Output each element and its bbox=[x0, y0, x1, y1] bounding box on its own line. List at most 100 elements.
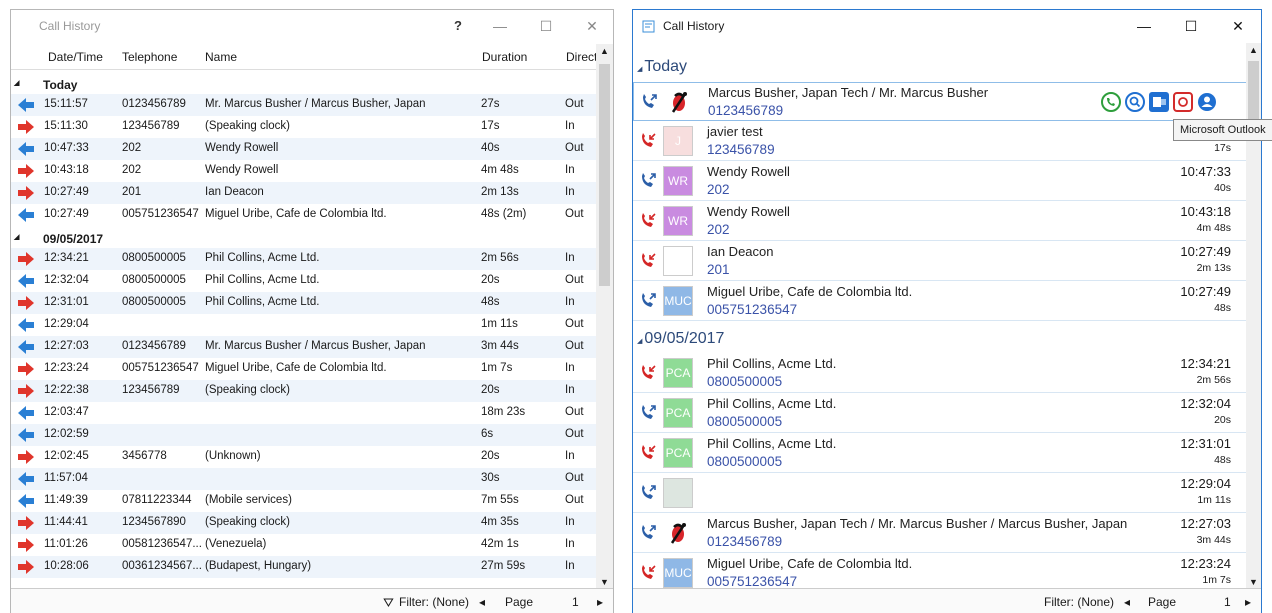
incoming-call-icon bbox=[639, 444, 657, 462]
call-card[interactable]: WR Wendy Rowell 202 10:43:18 4m 48s bbox=[633, 202, 1247, 241]
left-scrollbar[interactable]: ▲ ▼ bbox=[596, 44, 613, 589]
table-row[interactable]: 11:57:04 30s Out bbox=[11, 468, 596, 490]
phone-number-link[interactable]: 0123456789 bbox=[707, 534, 782, 549]
close-button[interactable]: ✕ bbox=[577, 14, 607, 38]
contact-name: Miguel Uribe, Cafe de Colombia ltd. bbox=[707, 284, 913, 299]
cell-direction: In bbox=[565, 296, 575, 308]
scroll-up-icon[interactable]: ▲ bbox=[600, 46, 609, 56]
phone-number-link[interactable]: 0800500005 bbox=[707, 454, 782, 469]
scroll-down-icon[interactable]: ▼ bbox=[1249, 577, 1258, 587]
table-row[interactable]: 12:29:04 1m 11s Out bbox=[11, 314, 596, 336]
scroll-thumb[interactable] bbox=[599, 64, 610, 286]
minimize-button[interactable]: — bbox=[485, 14, 515, 38]
outgoing-arrow-icon bbox=[17, 318, 35, 332]
next-page-icon[interactable]: ▸ bbox=[597, 595, 603, 609]
minimize-button[interactable]: — bbox=[1129, 14, 1159, 38]
table-row[interactable]: 12:22:38 123456789 (Speaking clock) 20s In bbox=[11, 380, 596, 402]
table-row[interactable]: 10:47:33 202 Wendy Rowell 40s Out bbox=[11, 138, 596, 160]
col-datetime[interactable]: Date/Time bbox=[48, 50, 103, 64]
group-header[interactable]: ◢ 09/05/2017 bbox=[637, 330, 724, 348]
call-card[interactable]: Ian Deacon 201 10:27:49 2m 13s bbox=[633, 242, 1247, 281]
page-number[interactable]: 1 bbox=[572, 595, 579, 609]
phone-number-link[interactable]: 201 bbox=[707, 262, 730, 277]
table-row[interactable]: 10:27:49 005751236547 Miguel Uribe, Cafe d… bbox=[11, 204, 596, 226]
contact-icon[interactable] bbox=[1196, 91, 1218, 113]
call-card[interactable]: Marcus Busher, Japan Tech / Mr. Marcus B… bbox=[633, 82, 1247, 121]
table-row[interactable]: 12:27:03 0123456789 Mr. Marcus Busher / Ma… bbox=[11, 336, 596, 358]
search-icon[interactable] bbox=[1124, 91, 1146, 113]
group-header[interactable]: ◢ Today bbox=[637, 58, 687, 76]
incoming-arrow-icon bbox=[17, 120, 35, 134]
call-card[interactable]: PCA Phil Collins, Acme Ltd. 0800500005 12:3… bbox=[633, 394, 1247, 433]
table-row[interactable]: 10:27:49 201 Ian Deacon 2m 13s In bbox=[11, 182, 596, 204]
table-row[interactable]: 11:44:41 1234567890 (Speaking clock) 4m 35s… bbox=[11, 512, 596, 534]
table-row[interactable]: 10:28:06 00361234567... (Budapest, Hungary… bbox=[11, 556, 596, 578]
next-page-icon[interactable]: ▸ bbox=[1245, 595, 1251, 609]
cell-direction: Out bbox=[565, 318, 584, 330]
prev-page-icon[interactable]: ◂ bbox=[479, 595, 485, 609]
phone-number-link[interactable]: 202 bbox=[707, 222, 730, 237]
table-row[interactable]: 15:11:57 0123456789 Mr. Marcus Busher / Ma… bbox=[11, 94, 596, 116]
phone-number-link[interactable]: 005751236547 bbox=[707, 574, 797, 589]
table-row[interactable]: 11:49:39 07811223344 (Mobile services) 7m 5… bbox=[11, 490, 596, 512]
outlook-icon[interactable] bbox=[1148, 91, 1170, 113]
phone-number-link[interactable]: 005751236547 bbox=[707, 302, 797, 317]
call-card[interactable]: WR Wendy Rowell 202 10:47:33 40s bbox=[633, 162, 1247, 201]
col-duration[interactable]: Duration bbox=[482, 50, 527, 64]
table-row[interactable]: 12:23:24 005751236547 Miguel Uribe, Cafe d… bbox=[11, 358, 596, 380]
col-direction[interactable]: Direct bbox=[566, 50, 598, 64]
collapse-icon[interactable]: ◢ bbox=[14, 79, 19, 87]
outgoing-call-icon bbox=[639, 524, 657, 542]
filter-icon[interactable]: ⛛ bbox=[383, 595, 394, 611]
table-row[interactable]: 12:02:45 3456778 (Unknown) 20s In bbox=[11, 446, 596, 468]
cell-name: Phil Collins, Acme Ltd. bbox=[205, 252, 320, 264]
call-card[interactable]: 12:29:04 1m 11s bbox=[633, 474, 1247, 513]
group-header[interactable]: ◢ 09/05/2017 bbox=[11, 228, 596, 248]
table-row[interactable]: 12:31:01 0800500005 Phil Collins, Acme Ltd… bbox=[11, 292, 596, 314]
maximize-button[interactable]: ☐ bbox=[531, 14, 561, 38]
call-card[interactable]: Marcus Busher, Japan Tech / Mr. Marcus B… bbox=[633, 514, 1247, 553]
call-card[interactable]: Jjavier test 123456789 17s bbox=[633, 122, 1247, 161]
call-time: 10:27:49 bbox=[1180, 244, 1231, 259]
col-name[interactable]: Name bbox=[205, 50, 237, 64]
prev-page-icon[interactable]: ◂ bbox=[1124, 595, 1130, 609]
maximize-button[interactable]: ☐ bbox=[1176, 14, 1206, 38]
call-time: 12:23:24 bbox=[1180, 556, 1231, 571]
incoming-call-icon bbox=[639, 252, 657, 270]
table-row[interactable]: 15:11:30 123456789 (Speaking clock) 17s In bbox=[11, 116, 596, 138]
call-icon[interactable] bbox=[1100, 91, 1122, 113]
call-card[interactable]: PCA Phil Collins, Acme Ltd. 0800500005 12:3… bbox=[633, 434, 1247, 473]
phone-number-link[interactable]: 0800500005 bbox=[707, 414, 782, 429]
table-row[interactable]: 12:03:47 18m 23s Out bbox=[11, 402, 596, 424]
scroll-up-icon[interactable]: ▲ bbox=[1249, 45, 1258, 55]
close-button[interactable]: ✕ bbox=[1223, 14, 1253, 38]
scroll-thumb[interactable] bbox=[1248, 61, 1259, 121]
help-button[interactable]: ? bbox=[443, 14, 473, 38]
group-header[interactable]: ◢ Today bbox=[11, 74, 596, 94]
cell-duration: 4m 35s bbox=[481, 516, 519, 528]
phone-number-link[interactable]: 0800500005 bbox=[707, 374, 782, 389]
table-row[interactable]: 12:32:04 0800500005 Phil Collins, Acme Ltd… bbox=[11, 270, 596, 292]
table-row[interactable]: 10:43:18 202 Wendy Rowell 4m 48s In bbox=[11, 160, 596, 182]
call-card[interactable]: MUC Miguel Uribe, Cafe de Colombia ltd. 00… bbox=[633, 282, 1247, 321]
filter-label[interactable]: Filter: (None) bbox=[399, 595, 469, 609]
cell-telephone: 202 bbox=[122, 142, 142, 154]
cell-duration: 30s bbox=[481, 472, 500, 484]
filter-label[interactable]: Filter: (None) bbox=[1044, 595, 1114, 609]
collapse-icon[interactable]: ◢ bbox=[14, 233, 19, 241]
outgoing-call-icon bbox=[640, 93, 658, 111]
cell-direction: Out bbox=[565, 98, 584, 110]
phone-number-link[interactable]: 123456789 bbox=[707, 142, 775, 157]
table-row[interactable]: 12:34:21 0800500005 Phil Collins, Acme Ltd… bbox=[11, 248, 596, 270]
scroll-down-icon[interactable]: ▼ bbox=[600, 577, 609, 587]
phone-number-link[interactable]: 202 bbox=[707, 182, 730, 197]
phone-number-link[interactable]: 0123456789 bbox=[708, 103, 783, 118]
crm-icon[interactable] bbox=[1172, 91, 1194, 113]
col-telephone[interactable]: Telephone bbox=[122, 50, 177, 64]
call-card[interactable]: PCA Phil Collins, Acme Ltd. 0800500005 12:3… bbox=[633, 354, 1247, 393]
cell-time: 12:22:38 bbox=[44, 384, 89, 396]
avatar: MUC bbox=[663, 558, 693, 588]
table-row[interactable]: 11:01:26 00581236547... (Venezuela) 42m 1s I… bbox=[11, 534, 596, 556]
table-row[interactable]: 12:02:59 6s Out bbox=[11, 424, 596, 446]
page-number[interactable]: 1 bbox=[1224, 595, 1231, 609]
